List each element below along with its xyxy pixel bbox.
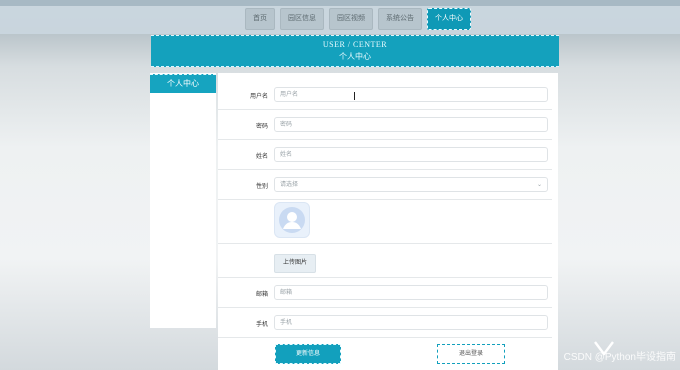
sidebar [150,73,216,328]
divider [218,139,552,140]
gender-label: 性别 [255,184,268,190]
name-label: 姓名 [255,154,268,160]
phone-label: 手机 [255,322,268,328]
password-label: 密码 [255,124,268,130]
nav-announcements[interactable]: 系统公告 [378,8,422,30]
divider [218,169,552,170]
sidebar-tab-user-center[interactable]: 个人中心 [150,74,216,93]
divider [218,109,552,110]
update-info-button[interactable]: 更新信息 [275,344,341,364]
profile-form-panel: 用户名 用户名 密码 密码 姓名 姓名 性别 请选择 ⌄ 上传图片 邮箱 邮箱 … [218,73,558,370]
chevron-down-icon: ⌄ [536,182,542,188]
divider [218,337,552,338]
divider [218,199,552,200]
divider [218,243,552,244]
nav-home[interactable]: 首页 [245,8,275,30]
email-field[interactable]: 邮箱 [274,285,548,300]
username-value: 用户名 [280,92,299,98]
upload-image-button[interactable]: 上传图片 [274,254,316,273]
banner-title-en: USER / CENTER [322,40,388,49]
avatar [274,202,310,238]
divider [218,307,552,308]
main-nav: 首页 园区信息 园区视频 系统公告 个人中心 [245,8,471,30]
text-cursor [354,92,355,100]
email-label: 邮箱 [255,292,268,298]
gender-select[interactable]: 请选择 ⌄ [274,177,548,192]
logout-button[interactable]: 退出登录 [437,344,505,364]
phone-field[interactable]: 手机 [274,315,548,330]
password-field[interactable]: 密码 [274,117,548,132]
nav-user-center[interactable]: 个人中心 [427,8,471,30]
name-field[interactable]: 姓名 [274,147,548,162]
username-field[interactable]: 用户名 [274,87,548,102]
watermark: CSDN @Python毕设指南 [563,352,676,363]
default-avatar-icon [279,207,305,233]
nav-park-info[interactable]: 园区信息 [280,8,324,30]
banner-title-cn: 个人中心 [339,52,371,61]
divider [218,277,552,278]
gender-selected: 请选择 [280,182,299,188]
page-banner: USER / CENTER 个人中心 [151,35,559,67]
username-label: 用户名 [249,94,268,100]
nav-park-video[interactable]: 园区视频 [329,8,373,30]
